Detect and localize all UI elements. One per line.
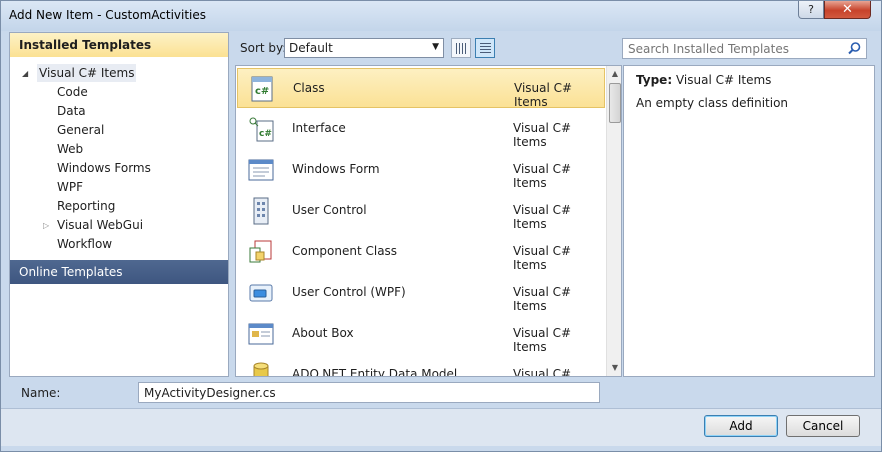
tree-item-visual-webgui[interactable]: ▷ Visual WebGui [10, 216, 228, 235]
template-name: About Box [292, 326, 354, 340]
template-type: Visual C# Items [514, 81, 573, 109]
scroll-up-arrow-icon[interactable]: ▲ [607, 66, 621, 82]
tree-item-workflow[interactable]: Workflow [10, 235, 228, 254]
medium-icons-view-button[interactable] [475, 38, 495, 58]
database-icon [253, 362, 269, 376]
window-title: Add New Item - CustomActivities [9, 8, 207, 22]
tree-item-label: Visual C# Items [37, 64, 137, 82]
type-label: Type: [636, 73, 673, 87]
tree-item-windows-forms[interactable]: Windows Forms [10, 159, 228, 178]
template-name: ADO.NET Entity Data Model [292, 367, 458, 377]
template-name: Class [293, 81, 325, 95]
template-type: Visual C# Items [513, 285, 572, 313]
name-input[interactable] [138, 382, 600, 403]
template-row-component-class[interactable]: Component Class Visual C# Items [237, 232, 605, 272]
template-type-detail: Type: Visual C# Items [636, 73, 771, 87]
template-type: Visual C# Items [513, 244, 572, 272]
windows-form-icon [248, 159, 274, 181]
template-type: Visual C# Items [513, 367, 572, 377]
small-icons-view-button[interactable] [451, 38, 471, 58]
template-row-class[interactable]: c# Class Visual C# Items [237, 68, 605, 109]
template-description: An empty class definition [636, 96, 789, 110]
component-class-icon [249, 240, 272, 263]
template-row-about-box[interactable]: About Box Visual C# Items [237, 314, 605, 354]
grid-view-icon [456, 43, 467, 54]
help-button[interactable]: ? [798, 1, 824, 19]
template-row-ado-net-entity-data-model[interactable]: ADO.NET Entity Data Model Visual C# Item… [237, 355, 605, 377]
close-button[interactable]: ✕ [824, 1, 871, 19]
search-icon[interactable] [847, 41, 862, 56]
svg-text:c#: c# [259, 129, 272, 139]
template-list-scrollbar[interactable]: ▲ ▼ [606, 66, 621, 376]
installed-templates-header[interactable]: Installed Templates [10, 33, 228, 57]
tree-item-label: General [57, 123, 105, 137]
template-list: c# Class Visual C# Items c# Interface Vi… [235, 65, 622, 377]
collapsed-triangle-icon[interactable]: ▷ [43, 216, 49, 235]
wpf-control-icon [249, 284, 273, 302]
sort-by-dropdown[interactable]: Default ▼ [284, 38, 444, 58]
template-type: Visual C# Items [513, 121, 572, 149]
add-button[interactable]: Add [704, 415, 778, 437]
template-row-user-control-wpf[interactable]: User Control (WPF) Visual C# Items [237, 273, 605, 313]
tree-item-label: WPF [57, 180, 84, 194]
template-name: Interface [292, 121, 346, 135]
tree-item-visual-csharp-items[interactable]: ◢ Visual C# Items [10, 64, 228, 83]
tree-item-wpf[interactable]: WPF [10, 178, 228, 197]
template-type: Visual C# Items [513, 203, 572, 231]
template-name: User Control [292, 203, 367, 217]
tree-item-label: Workflow [57, 237, 113, 251]
tree-item-data[interactable]: Data [10, 102, 228, 121]
name-label: Name: [21, 386, 61, 400]
sort-by-value: Default [289, 41, 333, 55]
template-name: Component Class [292, 244, 398, 258]
tree-item-label: Code [57, 85, 88, 99]
template-name: Windows Form [292, 162, 380, 176]
title-bar: Add New Item - CustomActivities ? ✕ [1, 1, 881, 31]
template-type: Visual C# Items [513, 162, 572, 190]
cancel-button[interactable]: Cancel [786, 415, 860, 437]
online-templates-header[interactable]: Online Templates [10, 260, 228, 284]
user-control-icon [253, 197, 269, 225]
scroll-thumb[interactable] [609, 83, 621, 123]
template-tree: ◢ Visual C# Items Code Data General Web … [10, 64, 228, 254]
tree-item-general[interactable]: General [10, 121, 228, 140]
template-row-windows-form[interactable]: Windows Form Visual C# Items [237, 150, 605, 190]
template-name: User Control (WPF) [292, 285, 406, 299]
expanded-triangle-icon[interactable]: ◢ [22, 64, 28, 83]
type-value: Visual C# Items [675, 73, 772, 87]
svg-text:c#: c# [255, 86, 269, 97]
tree-item-reporting[interactable]: Reporting [10, 197, 228, 216]
add-new-item-dialog: Add New Item - CustomActivities ? ✕ Inst… [0, 0, 882, 452]
template-row-user-control[interactable]: User Control Visual C# Items [237, 191, 605, 231]
template-row-interface[interactable]: c# Interface Visual C# Items [237, 109, 605, 149]
tree-item-label: Reporting [57, 199, 116, 213]
template-categories-pane: Installed Templates ◢ Visual C# Items Co… [9, 32, 229, 377]
template-type: Visual C# Items [513, 326, 572, 354]
interface-icon: c# [249, 117, 274, 142]
tree-item-code[interactable]: Code [10, 83, 228, 102]
tree-item-label: Windows Forms [57, 161, 151, 175]
tree-item-label: Data [57, 104, 86, 118]
search-input[interactable] [623, 39, 843, 58]
tree-item-web[interactable]: Web [10, 140, 228, 159]
template-details-pane: Type: Visual C# Items An empty class def… [623, 65, 875, 377]
dropdown-arrow-icon: ▼ [432, 42, 439, 52]
search-box [622, 38, 867, 59]
scroll-down-arrow-icon[interactable]: ▼ [607, 360, 621, 376]
tree-item-label: Visual WebGui [57, 218, 144, 232]
list-view-icon [480, 43, 491, 54]
sort-by-label: Sort by: [240, 41, 287, 55]
tree-item-label: Web [57, 142, 84, 156]
about-box-icon [248, 323, 274, 345]
class-icon: c# [251, 76, 273, 102]
